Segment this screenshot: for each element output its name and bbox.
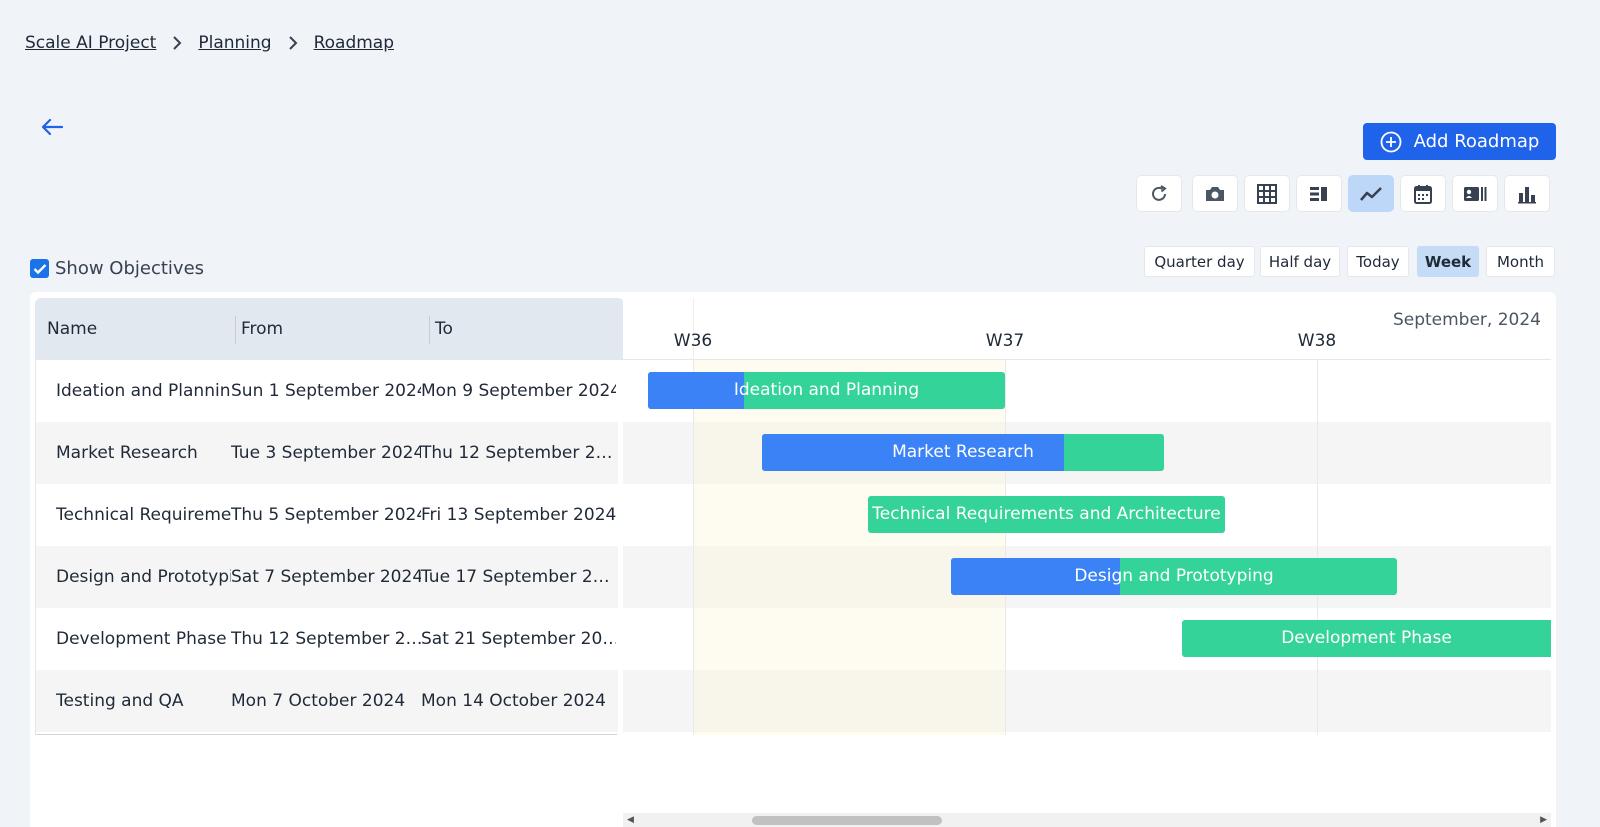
current-week-highlight — [693, 360, 1005, 735]
view-today-button[interactable]: Today — [1347, 246, 1409, 277]
calendar-icon — [1414, 184, 1432, 204]
task-from-cell: Sat 7 September 2024 — [231, 567, 421, 587]
task-name-cell: Development Phase — [56, 629, 227, 649]
scroll-left-arrow-icon[interactable]: ◀ — [627, 815, 634, 825]
column-header-to[interactable]: To — [435, 319, 453, 339]
show-objectives-checkbox[interactable] — [30, 259, 49, 278]
table-row[interactable]: Design and Prototypin Sat 7 September 20… — [36, 546, 618, 608]
camera-icon — [1206, 186, 1224, 201]
gantt-view-button[interactable] — [1348, 175, 1394, 212]
calendar-view-button[interactable] — [1400, 175, 1446, 212]
task-name-cell: Technical Requiremer — [56, 505, 231, 525]
table-row[interactable]: Technical Requiremer Thu 5 September 202… — [36, 484, 618, 546]
table-row[interactable]: Development Phase Thu 12 September 2… Sa… — [36, 608, 618, 670]
view-half-day-button[interactable]: Half day — [1260, 246, 1340, 277]
task-bar-technical-requirements[interactable]: Technical Requirements and Architecture — [868, 496, 1225, 533]
table-row[interactable]: Market Research Tue 3 September 2024 Thu… — [36, 422, 618, 484]
task-bar-label: Development Phase — [1281, 628, 1452, 648]
plus-circle-icon — [1380, 131, 1402, 152]
task-bar-development[interactable]: Development Phase — [1182, 620, 1551, 657]
show-objectives-toggle: Show Objectives — [30, 258, 204, 279]
show-objectives-label: Show Objectives — [55, 258, 205, 279]
task-from-cell: Thu 12 September 2… — [231, 629, 421, 649]
table-row[interactable]: Ideation and Planning Sun 1 September 20… — [36, 360, 618, 422]
task-from-cell: Thu 5 September 2024 — [231, 505, 421, 525]
task-bar-label: Market Research — [892, 442, 1034, 462]
table-icon — [1257, 183, 1277, 204]
column-divider[interactable] — [235, 316, 236, 344]
checkmark-icon — [33, 263, 46, 274]
timeline-header: September, 2024 W36 W37 W38 — [623, 298, 1551, 360]
task-bar-label: Design and Prototyping — [1074, 566, 1274, 586]
task-to-cell: Mon 9 September 2024 — [421, 381, 616, 401]
task-bar-label: Ideation and Planning — [733, 380, 920, 400]
column-header-from[interactable]: From — [241, 319, 283, 339]
table-row[interactable]: Testing and QA Mon 7 October 2024 Mon 14… — [36, 670, 618, 732]
view-quarter-day-button[interactable]: Quarter day — [1144, 246, 1255, 277]
bar-chart-icon — [1518, 186, 1536, 203]
contact-card-icon — [1464, 186, 1487, 201]
scroll-right-arrow-icon[interactable]: ▶ — [1540, 815, 1547, 825]
week-label-w37: W37 — [985, 331, 1025, 351]
add-roadmap-label: Add Roadmap — [1413, 131, 1540, 152]
task-bar-label: Technical Requirements and Architecture — [872, 504, 1221, 524]
chevron-right-icon — [288, 35, 298, 51]
task-to-cell: Mon 14 October 2024 — [421, 691, 606, 711]
view-week-button[interactable]: Week — [1417, 246, 1479, 277]
chevron-right-icon — [172, 35, 182, 51]
task-grid: Ideation and Planning Sun 1 September 20… — [35, 360, 618, 735]
scrollbar-thumb[interactable] — [752, 816, 942, 825]
task-bar-ideation[interactable]: Ideation and Planning — [648, 372, 1005, 409]
breadcrumb: Scale AI Project Planning Roadmap — [25, 33, 394, 53]
breadcrumb-project-link[interactable]: Scale AI Project — [25, 33, 156, 53]
add-roadmap-button[interactable]: Add Roadmap — [1363, 123, 1556, 160]
task-to-cell: Tue 17 September 2… — [421, 567, 610, 587]
task-name-cell: Market Research — [56, 443, 198, 463]
task-to-cell: Thu 12 September 2… — [421, 443, 613, 463]
column-header-name[interactable]: Name — [47, 319, 97, 339]
week-label-w38: W38 — [1297, 331, 1337, 351]
gantt-timeline: September, 2024 W36 W37 W38 Ideation and… — [623, 298, 1551, 735]
task-to-cell: Fri 13 September 2024 — [421, 505, 616, 525]
task-from-cell: Sun 1 September 2024 — [231, 381, 421, 401]
week-gridline — [693, 360, 694, 735]
back-arrow-icon[interactable] — [40, 116, 64, 142]
task-from-cell: Tue 3 September 2024 — [231, 443, 421, 463]
task-name-cell: Testing and QA — [56, 691, 184, 711]
task-bar-market-research[interactable]: Market Research — [762, 434, 1164, 471]
refresh-icon — [1152, 184, 1167, 201]
table-view-button[interactable] — [1244, 175, 1290, 212]
column-divider[interactable] — [429, 316, 430, 344]
card-view-button[interactable] — [1452, 175, 1498, 212]
grid-header: Name From To — [35, 298, 624, 360]
timeline-horizontal-scrollbar[interactable]: ◀ ▶ — [623, 813, 1551, 827]
week-gridline — [1005, 360, 1006, 735]
trend-icon — [1360, 186, 1382, 201]
breadcrumb-roadmap-link[interactable]: Roadmap — [314, 33, 394, 53]
timeline-month-label: September, 2024 — [1392, 310, 1541, 330]
breadcrumb-planning-link[interactable]: Planning — [198, 33, 271, 53]
task-name-cell: Ideation and Planning — [56, 381, 231, 401]
week-label-w36: W36 — [673, 331, 713, 351]
task-to-cell: Sat 21 September 20… — [421, 629, 616, 649]
refresh-button[interactable] — [1136, 175, 1182, 212]
task-name-cell: Design and Prototypin — [56, 567, 231, 587]
task-bar-design-prototyping[interactable]: Design and Prototyping — [951, 558, 1397, 595]
task-from-cell: Mon 7 October 2024 — [231, 691, 406, 711]
bar-chart-view-button[interactable] — [1504, 175, 1550, 212]
view-month-button[interactable]: Month — [1486, 246, 1555, 277]
week-gridline — [1317, 360, 1318, 735]
list-icon — [1310, 186, 1327, 201]
list-view-button[interactable] — [1296, 175, 1342, 212]
screenshot-button[interactable] — [1192, 175, 1238, 212]
